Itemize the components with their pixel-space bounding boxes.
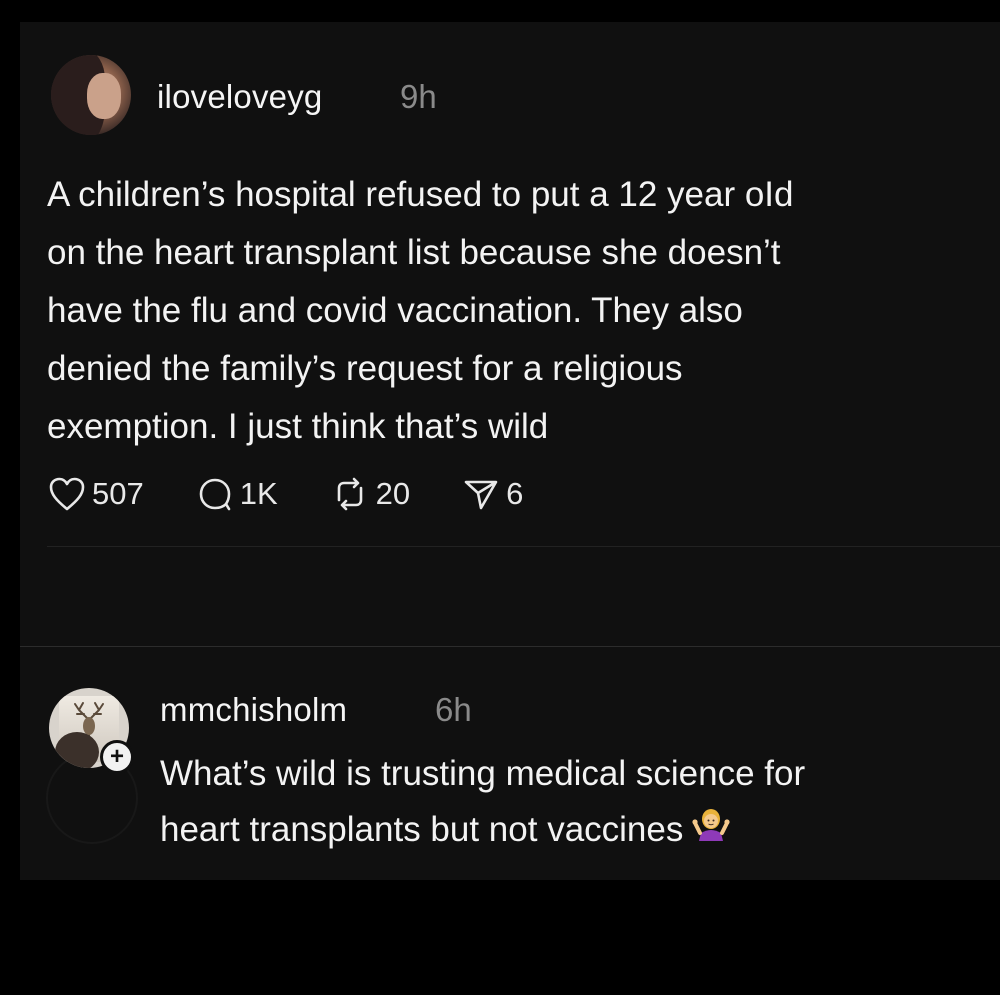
avatar[interactable] bbox=[51, 55, 131, 135]
like-button[interactable]: 507 bbox=[48, 476, 144, 512]
comment-bubble-icon bbox=[199, 478, 231, 511]
post-timestamp: 9h bbox=[400, 78, 437, 115]
thread-divider bbox=[20, 646, 1000, 647]
reply-text: What’s wild is trusting medical science … bbox=[160, 746, 990, 858]
post-action-bar: 507 1K 20 6 bbox=[48, 474, 575, 514]
post-text: A children’s hospital refused to put a 1… bbox=[47, 175, 794, 446]
post-username[interactable]: iloveloveyg bbox=[157, 78, 322, 116]
reply-username[interactable]: mmchisholm bbox=[160, 691, 347, 729]
repost-button[interactable]: 20 bbox=[330, 476, 410, 512]
repost-arrows-icon bbox=[337, 477, 362, 511]
heart-icon bbox=[49, 477, 85, 511]
like-count: 507 bbox=[92, 476, 144, 511]
reply-button[interactable]: 1K bbox=[196, 476, 278, 512]
avatar-dog bbox=[55, 732, 99, 768]
repost-count: 20 bbox=[375, 476, 411, 511]
avatar-face bbox=[87, 73, 121, 119]
person-shrugging-emoji bbox=[692, 809, 730, 841]
threads-panel: iloveloveyg 9h A children’s hospital ref… bbox=[20, 22, 1000, 880]
send-paper-plane-icon bbox=[464, 480, 498, 510]
share-button[interactable]: 6 bbox=[462, 476, 523, 512]
post-separator bbox=[47, 546, 1000, 547]
reply-count: 1K bbox=[239, 476, 278, 511]
reply-timestamp: 6h bbox=[435, 691, 472, 728]
follow-plus-badge[interactable]: + bbox=[100, 740, 134, 774]
share-count: 6 bbox=[506, 476, 524, 511]
